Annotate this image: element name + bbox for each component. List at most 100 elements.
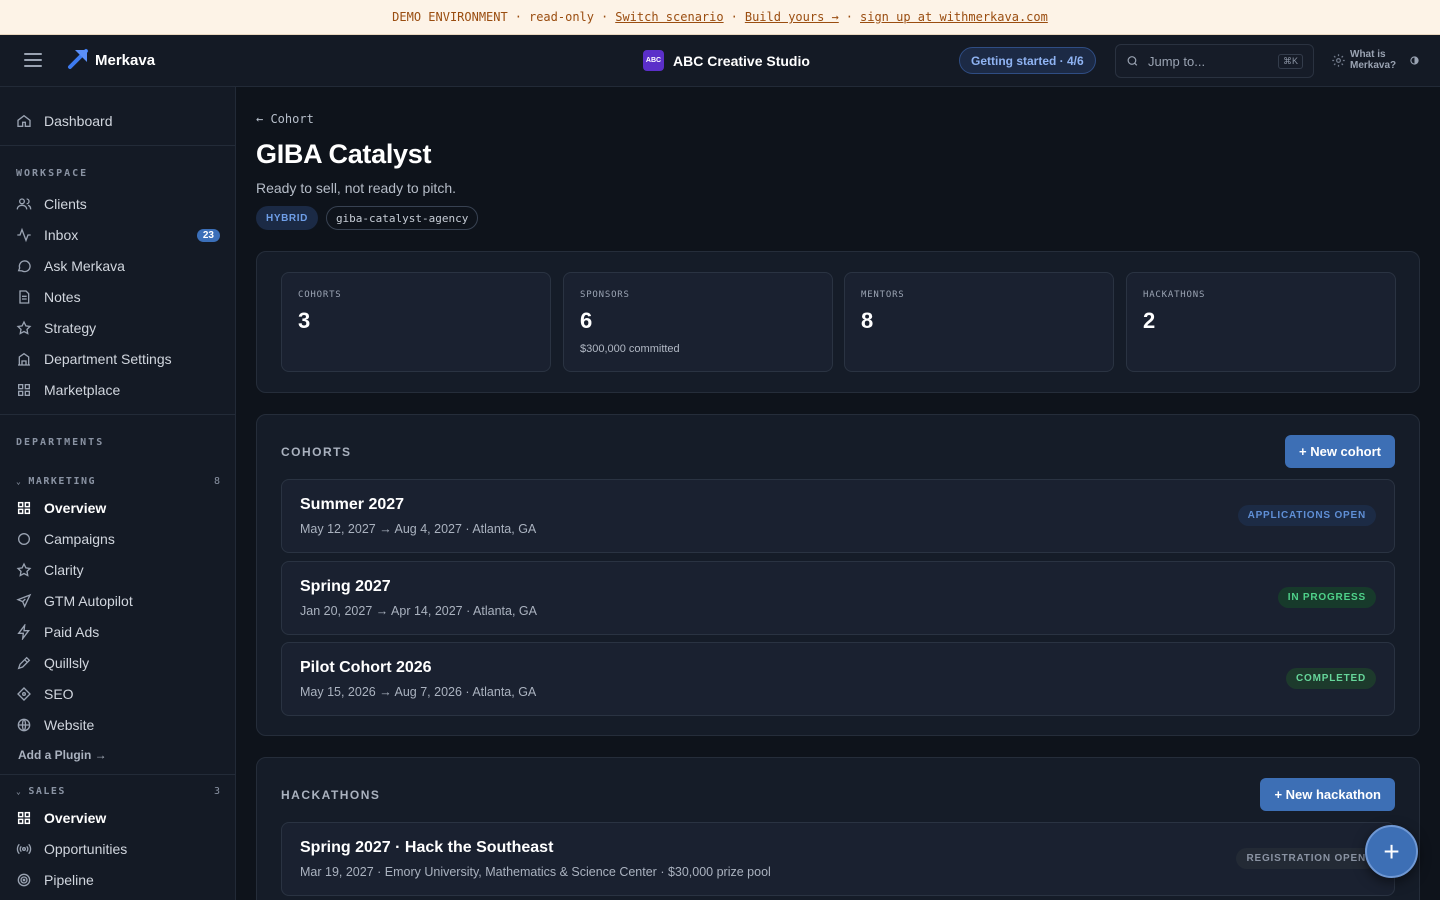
star-icon — [16, 562, 32, 577]
sidebar-item-label: Strategy — [44, 320, 97, 336]
sidebar-item-marketing-overview[interactable]: Overview — [16, 494, 220, 522]
sidebar-item-label: GTM Autopilot — [44, 593, 133, 609]
cohort-name: Spring 2027 — [300, 578, 391, 595]
cohort-meta: Jan 20, 2027 → Apr 14, 2027 · Atlanta, G… — [300, 604, 537, 618]
sidebar-item-ask-merkava[interactable]: Ask Merkava — [16, 252, 220, 280]
star-icon — [16, 320, 32, 335]
add-plugin-link[interactable]: Add a Plugin → — [18, 748, 107, 762]
marketing-group-toggle[interactable]: ⌄ MARKETING 8 — [16, 476, 220, 487]
sidebar-item-label: Quillsly — [44, 655, 90, 671]
hackathons-section-title: HACKATHONS — [281, 788, 381, 802]
chevron-down-icon: ⌄ — [16, 787, 23, 796]
sidebar-item-label: SEO — [44, 686, 74, 702]
sidebar-item-department-settings[interactable]: Department Settings — [16, 345, 220, 373]
format-badge: HYBRID — [256, 206, 318, 230]
stat-value: 6 — [580, 308, 593, 333]
sidebar-item-pipeline[interactable]: Pipeline — [16, 866, 220, 894]
sidebar-item-label: Notes — [44, 289, 81, 305]
theme-toggle-icon[interactable] — [1410, 55, 1419, 65]
build-yours-link[interactable]: Build yours → — [745, 10, 839, 24]
org-name: ABC Creative Studio — [673, 52, 810, 69]
grid-icon — [17, 384, 30, 396]
jump-to-search[interactable]: ⌘K — [1115, 44, 1314, 78]
sidebar-item-campaigns[interactable]: Campaigns — [16, 525, 220, 553]
sidebar-item-seo[interactable]: SEO — [16, 680, 220, 708]
demo-banner: DEMO ENVIRONMENT · read-only · Switch sc… — [0, 0, 1440, 35]
gear-icon — [1332, 53, 1345, 67]
building-icon — [18, 352, 30, 366]
document-icon — [19, 290, 30, 304]
stat-note: $300,000 committed — [580, 343, 680, 355]
cohort-row[interactable]: Pilot Cohort 2026 May 15, 2026 → Aug 7, … — [281, 642, 1395, 716]
sidebar-item-inbox[interactable]: Inbox 23 — [16, 221, 220, 249]
new-hackathon-button[interactable]: + New hackathon — [1260, 778, 1395, 811]
jump-to-input[interactable] — [1147, 53, 1278, 69]
sidebar-item-clarity[interactable]: Clarity — [16, 556, 220, 584]
hackathon-name: Spring 2027 · Hack the Southeast — [300, 839, 554, 856]
diamond-icon — [17, 687, 31, 701]
sidebar-item-gtm-autopilot[interactable]: GTM Autopilot — [16, 587, 220, 615]
sales-group-label: SALES — [28, 786, 66, 797]
stat-label: MENTORS — [861, 290, 905, 300]
globe-icon — [17, 718, 31, 732]
sidebar-item-label: Overview — [44, 500, 107, 516]
what-is-label: What is Merkava? — [1350, 49, 1397, 71]
cohort-meta: May 12, 2027 → Aug 4, 2027 · Atlanta, GA — [300, 522, 537, 536]
quick-add-button[interactable]: + — [1365, 825, 1418, 878]
logo-text: Merkava — [95, 52, 156, 69]
sidebar-item-dashboard[interactable]: Dashboard — [16, 107, 220, 135]
sidebar-item-paid-ads[interactable]: Paid Ads — [16, 618, 220, 646]
sales-group-toggle[interactable]: ⌄ SALES 3 — [16, 786, 220, 797]
sidebar-item-marketplace[interactable]: Marketplace — [16, 376, 220, 404]
switch-scenario-link[interactable]: Switch scenario — [615, 10, 723, 24]
stat-card-sponsors: SPONSORS 6 $300,000 committed — [563, 272, 833, 372]
banner-env: DEMO ENVIRONMENT — [392, 10, 508, 24]
sidebar-item-opportunities[interactable]: Opportunities — [16, 835, 220, 863]
sales-group-count: 3 — [213, 786, 220, 797]
getting-started-pill[interactable]: Getting started · 4/6 — [959, 47, 1096, 74]
what-is-merkava-button[interactable]: What is Merkava? — [1331, 49, 1419, 71]
slug-badge: giba-catalyst-agency — [325, 206, 479, 230]
new-cohort-button[interactable]: + New cohort — [1285, 435, 1395, 468]
broadcast-icon — [16, 843, 32, 855]
program-chips: HYBRID giba-catalyst-agency — [256, 206, 479, 230]
stat-card-mentors: MENTORS 8 — [844, 272, 1114, 372]
stat-label: HACKATHONS — [1143, 290, 1206, 300]
sidebar-item-label: Opportunities — [44, 841, 128, 857]
sidebar-item-notes[interactable]: Notes — [16, 283, 220, 311]
sidebar-item-label: Ask Merkava — [44, 258, 125, 274]
sidebar-item-strategy[interactable]: Strategy — [16, 314, 220, 342]
sidebar: Dashboard WORKSPACE Clients Inbox 23 Ask… — [0, 87, 236, 900]
sidebar-item-label: Website — [44, 717, 95, 733]
logo[interactable]: Merkava — [67, 46, 155, 70]
cohort-row[interactable]: Summer 2027 May 12, 2027 → Aug 4, 2027 ·… — [281, 479, 1395, 553]
bolt-icon — [17, 624, 30, 640]
stat-label: COHORTS — [298, 290, 342, 300]
sidebar-item-label: Department Settings — [44, 351, 172, 367]
sidebar-item-label: Campaigns — [44, 531, 115, 547]
stat-value: 3 — [298, 308, 311, 333]
sidebar-item-sales-overview[interactable]: Overview — [16, 804, 220, 832]
page-title: GIBA Catalyst — [256, 139, 432, 169]
banner-sep: · — [601, 10, 609, 24]
sidebar-item-quillsly[interactable]: Quillsly — [16, 649, 220, 677]
sidebar-item-website[interactable]: Website — [16, 711, 220, 739]
grid-icon — [17, 501, 31, 515]
org-switcher[interactable]: ABC ABC Creative Studio — [643, 50, 810, 71]
hackathon-row[interactable]: Spring 2027 · Hack the Southeast Mar 19,… — [281, 822, 1395, 896]
logo-arrow-icon — [68, 49, 88, 69]
target-icon — [17, 873, 31, 887]
cohorts-panel: COHORTS + New cohort Summer 2027 May 12,… — [256, 414, 1420, 736]
cohort-row[interactable]: Spring 2027 Jan 20, 2027 → Apr 14, 2027 … — [281, 561, 1395, 635]
back-to-cohort-link[interactable]: ← Cohort — [256, 112, 314, 126]
banner-sep: · — [514, 10, 522, 24]
stat-value: 8 — [861, 308, 874, 333]
menu-icon[interactable] — [24, 53, 42, 67]
signup-link[interactable]: sign up at withmerkava.com — [860, 10, 1048, 24]
marketing-group-label: MARKETING — [28, 476, 97, 487]
banner-readonly: read-only — [528, 10, 594, 24]
users-icon — [16, 198, 32, 210]
search-icon — [1127, 56, 1138, 66]
sidebar-item-label: Clients — [44, 196, 87, 212]
sidebar-item-clients[interactable]: Clients — [16, 190, 220, 218]
